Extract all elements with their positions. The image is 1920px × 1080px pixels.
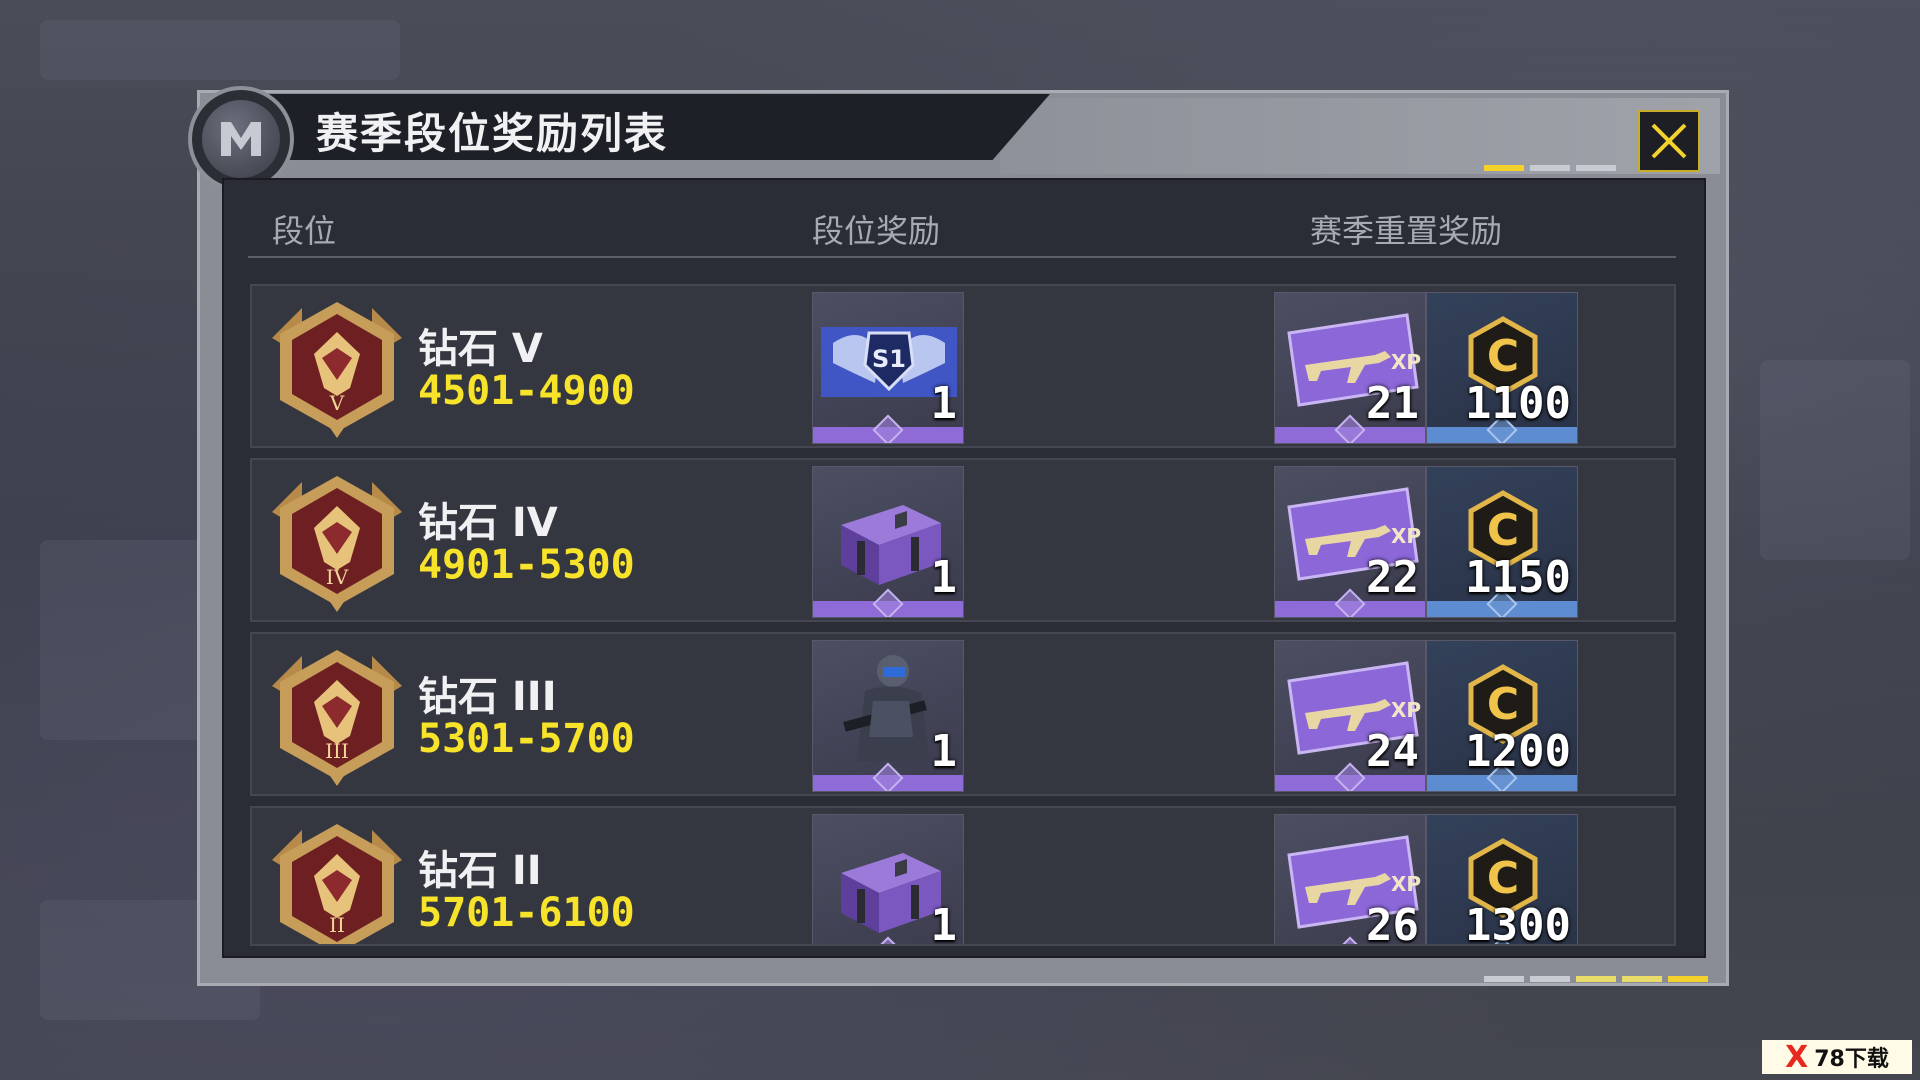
reward-count: 1	[930, 900, 958, 946]
close-button[interactable]	[1638, 110, 1700, 172]
rank-reward-card[interactable]: 1	[812, 640, 964, 792]
column-header-reset-reward: 赛季重置奖励	[1310, 212, 1503, 250]
rank-name: 钻石 II	[418, 848, 542, 894]
svg-text:C: C	[1487, 505, 1519, 556]
xp-card-count: 24	[1366, 726, 1419, 777]
rank-name: 钻石 III	[418, 674, 557, 720]
cod-points-reward[interactable]: C 1150	[1426, 466, 1578, 618]
svg-text:C: C	[1487, 853, 1519, 904]
page-title: 赛季段位奖励列表	[316, 109, 669, 158]
badge-numeral: II	[329, 913, 345, 937]
diamond-rank-badge-icon: V	[272, 302, 402, 438]
rank-score-range: 4501-4900	[418, 368, 635, 414]
table-row[interactable]: V 钻石 V 4501-4900 S1 1 XP 21 C 1100	[250, 284, 1676, 448]
xp-card-reward[interactable]: XP 21	[1274, 292, 1426, 444]
rank-score-range: 5301-5700	[418, 716, 635, 762]
xp-card-reward[interactable]: XP 24	[1274, 640, 1426, 792]
cod-points-count: 1300	[1465, 900, 1571, 946]
page-indicator-bottom	[1484, 976, 1708, 982]
svg-text:C: C	[1487, 679, 1519, 730]
badge-numeral: V	[329, 391, 345, 415]
xp-card-count: 26	[1366, 900, 1419, 946]
cod-points-reward[interactable]: C 1300	[1426, 814, 1578, 946]
xp-card-count: 22	[1366, 552, 1419, 603]
header-light-strip	[1000, 98, 1720, 174]
table-row[interactable]: III 钻石 III 5301-5700 1 XP 24 C 1200	[250, 632, 1676, 796]
svg-text:XP: XP	[1391, 350, 1421, 374]
watermark-x-icon: X	[1785, 1039, 1809, 1075]
rank-score-range: 4901-5300	[418, 542, 635, 588]
close-icon	[1651, 123, 1687, 159]
rank-reward-card[interactable]: S1 1	[812, 292, 964, 444]
reward-count: 1	[930, 378, 958, 429]
column-header-rank-reward: 段位奖励	[812, 212, 941, 250]
table-row[interactable]: IV 钻石 IV 4901-5300 1 XP 22 C 1150	[250, 458, 1676, 622]
cod-points-count: 1100	[1465, 378, 1571, 429]
site-watermark: X 78下载	[1762, 1039, 1912, 1075]
rank-name: 钻石 IV	[418, 500, 558, 546]
diamond-rank-badge-icon: III	[272, 650, 402, 786]
watermark-brand: 78下载	[1814, 1047, 1889, 1072]
cod-points-reward[interactable]: C 1200	[1426, 640, 1578, 792]
rank-reward-card[interactable]: 1	[812, 466, 964, 618]
diamond-rank-badge-icon: II	[272, 824, 402, 944]
table-row[interactable]: II 钻石 II 5701-6100 1 XP 26 C 1300	[250, 806, 1676, 946]
svg-text:C: C	[1487, 331, 1519, 382]
svg-text:XP: XP	[1391, 872, 1421, 896]
diamond-rank-badge-icon: IV	[272, 476, 402, 612]
xp-card-reward[interactable]: XP 26	[1274, 814, 1426, 946]
cod-points-count: 1200	[1465, 726, 1571, 777]
badge-numeral: IV	[326, 565, 349, 589]
xp-card-count: 21	[1366, 378, 1419, 429]
rank-name: 钻石 V	[418, 326, 543, 372]
column-header-rank: 段位	[272, 212, 337, 250]
page-indicator-top	[1484, 165, 1616, 171]
game-logo-icon	[188, 86, 294, 192]
cod-points-reward[interactable]: C 1100	[1426, 292, 1578, 444]
svg-text:XP: XP	[1391, 698, 1421, 722]
rank-score-range: 5701-6100	[418, 890, 635, 936]
xp-card-reward[interactable]: XP 22	[1274, 466, 1426, 618]
badge-numeral: III	[325, 739, 349, 763]
reward-count: 1	[930, 552, 958, 603]
cod-points-count: 1150	[1465, 552, 1571, 603]
svg-text:XP: XP	[1391, 524, 1421, 548]
reward-count: 1	[930, 726, 958, 777]
header-divider	[248, 256, 1676, 258]
rank-reward-card[interactable]: 1	[812, 814, 964, 946]
svg-text:S1: S1	[872, 345, 906, 373]
